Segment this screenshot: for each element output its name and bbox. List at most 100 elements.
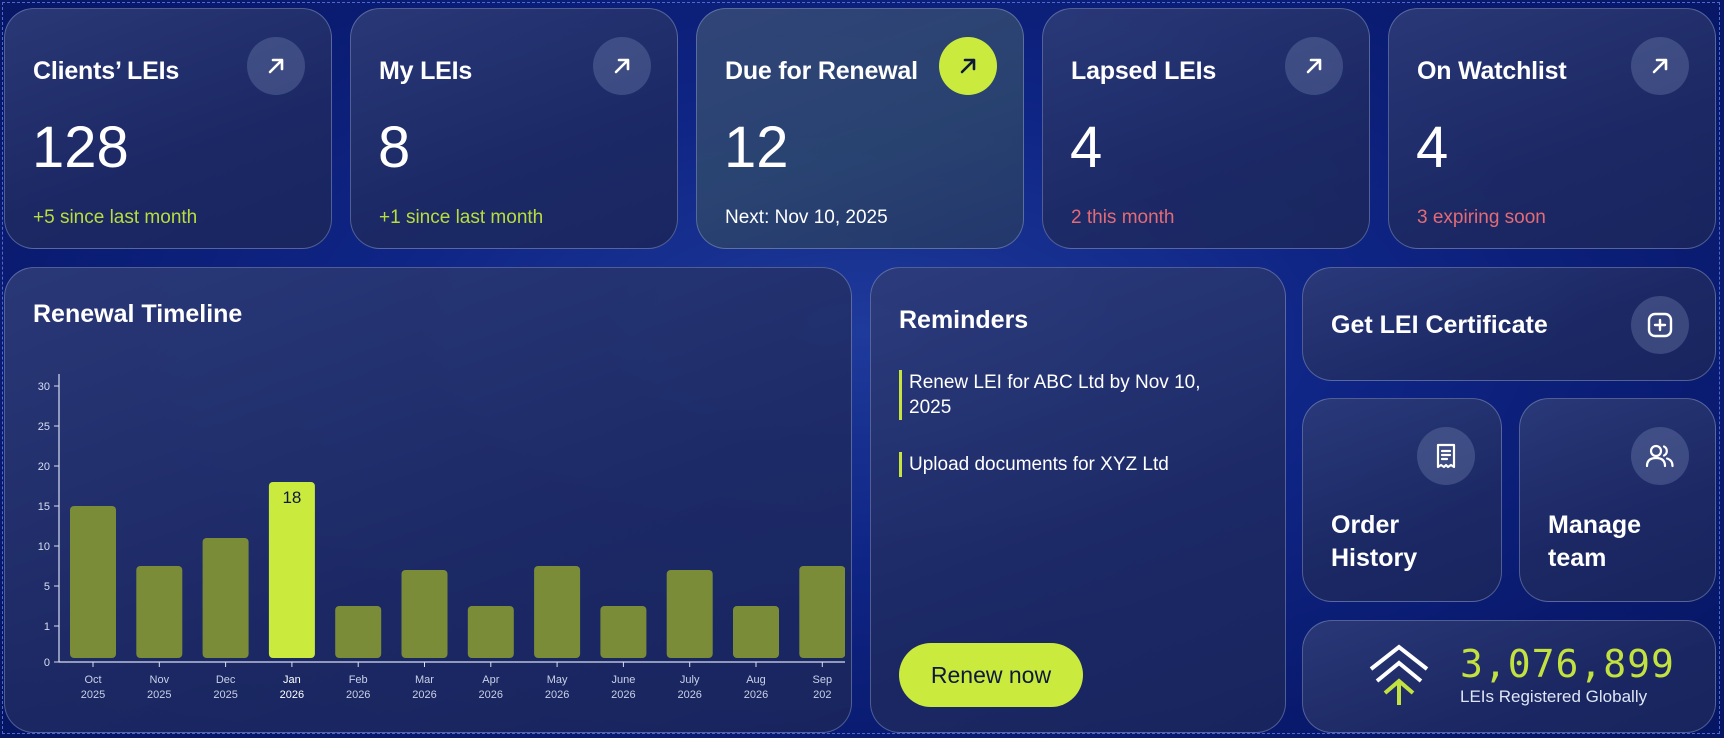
- plus-square-icon: [1647, 312, 1673, 338]
- renewal-timeline-chart: 0151015202530Oct2025Nov2025Dec202518Jan2…: [38, 374, 845, 701]
- stat-title: On Watchlist: [1417, 57, 1567, 85]
- y-tick-label: 1: [44, 621, 50, 633]
- x-tick-label-year: 2026: [744, 689, 768, 701]
- x-tick-label-year: 2026: [545, 689, 569, 701]
- y-tick-label: 15: [38, 501, 50, 513]
- stat-value: 4: [1416, 115, 1449, 180]
- manage-team-icon-button[interactable]: [1631, 427, 1689, 485]
- y-tick-label: 20: [38, 461, 50, 473]
- manage-team-card[interactable]: Manage team: [1519, 398, 1716, 602]
- chevron-up-logo-icon: [1369, 644, 1429, 705]
- manage-team-line-1: Manage: [1548, 511, 1642, 539]
- manage-team-label: Manage team: [1548, 509, 1641, 575]
- order-history-label: Order History: [1331, 509, 1417, 575]
- bar: [534, 566, 581, 658]
- order-history-line-1: Order: [1331, 511, 1400, 539]
- add-certificate-button[interactable]: [1631, 296, 1689, 354]
- x-tick-label: Dec: [216, 674, 236, 686]
- x-tick-label: May: [547, 674, 568, 686]
- bar: [733, 606, 779, 658]
- users-icon: [1645, 444, 1674, 468]
- arrow-up-right-icon: [614, 58, 630, 74]
- x-tick-label: Apr: [482, 674, 499, 686]
- stat-subtext: Next: Nov 10, 2025: [725, 207, 888, 228]
- timeline-title: Renewal Timeline: [33, 300, 243, 328]
- arrow-up-right-icon: [1652, 58, 1668, 74]
- open-due-for-renewal-button[interactable]: [939, 37, 997, 95]
- renewal-timeline-card: Renewal Timeline 0 1 5 10 15 20 25 30 Oct 2025 Nov…: [4, 267, 852, 733]
- x-tick-label: Jan: [283, 674, 301, 686]
- stat-card-my-leis[interactable]: My LEIs 8 +1 since last month: [350, 8, 678, 249]
- manage-team-line-2: team: [1548, 544, 1607, 572]
- stat-subtext: 2 this month: [1071, 207, 1175, 228]
- bar: [799, 566, 845, 658]
- x-tick-label-year: 202: [813, 689, 831, 701]
- reminder-item[interactable]: Upload documents for XYZ Ltd: [899, 452, 1229, 477]
- stat-value: 128: [32, 115, 129, 180]
- x-tick-label: June: [611, 674, 635, 686]
- bar: [202, 538, 249, 658]
- stat-value: 8: [378, 115, 411, 180]
- global-counter-card: 3,076,899 LEIs Registered Globally: [1302, 620, 1716, 733]
- renew-now-button[interactable]: Renew now: [899, 643, 1083, 707]
- reminders-title: Reminders: [899, 306, 1029, 334]
- bar: [600, 606, 647, 658]
- x-tick-label: July: [680, 674, 700, 686]
- x-tick-label-year: 2025: [81, 689, 105, 701]
- order-history-line-2: History: [1331, 544, 1418, 572]
- bar: [401, 570, 448, 658]
- x-tick-label-year: 2025: [147, 689, 171, 701]
- x-tick-label-year: 2026: [412, 689, 436, 701]
- open-my-leis-button[interactable]: [593, 37, 651, 95]
- global-lei-count: 3,076,899: [1460, 642, 1675, 686]
- stat-card-due-for-renewal[interactable]: Due for Renewal 12 Next: Nov 10, 2025: [696, 8, 1024, 249]
- order-history-card[interactable]: Order History: [1302, 398, 1502, 602]
- bar: [335, 606, 382, 658]
- stat-title: Lapsed LEIs: [1071, 57, 1217, 85]
- x-tick-label: Nov: [150, 674, 170, 686]
- x-tick-label-year: 2026: [280, 689, 304, 701]
- x-tick-label-year: 2026: [611, 689, 635, 701]
- x-tick-label-year: 2026: [346, 689, 370, 701]
- get-lei-certificate-card[interactable]: Get LEI Certificate: [1302, 267, 1716, 381]
- global-lei-label: LEIs Registered Globally: [1460, 687, 1648, 706]
- arrow-up-right-icon: [268, 58, 284, 74]
- bar-data-label: 18: [282, 488, 301, 507]
- x-tick-label-year: 2026: [677, 689, 701, 701]
- order-history-icon-button[interactable]: [1417, 427, 1475, 485]
- stat-subtext: +5 since last month: [33, 207, 198, 228]
- bar: [467, 606, 514, 658]
- stat-value: 4: [1070, 115, 1103, 180]
- stat-card-lapsed-leis[interactable]: Lapsed LEIs 4 2 this month: [1042, 8, 1370, 249]
- stat-card-clients-leis[interactable]: Clients’ LEIs 128 +5 since last month: [4, 8, 332, 249]
- x-tick-label: Mar: [415, 674, 434, 686]
- y-tick-label: 5: [44, 581, 50, 593]
- stat-title: Due for Renewal: [725, 57, 918, 85]
- stat-title: My LEIs: [379, 57, 473, 85]
- open-watchlist-button[interactable]: [1631, 37, 1689, 95]
- reminders-card: Reminders Renew LEI for ABC Ltd by Nov 1…: [870, 267, 1286, 733]
- stat-card-on-watchlist[interactable]: On Watchlist 4 3 expiring soon: [1388, 8, 1716, 249]
- stat-value: 12: [724, 115, 789, 180]
- bar: [70, 506, 116, 658]
- x-tick-label: Sep: [813, 674, 833, 686]
- y-tick-label: 30: [38, 381, 50, 393]
- stat-subtext: 3 expiring soon: [1417, 207, 1546, 228]
- stat-title: Clients’ LEIs: [33, 57, 180, 85]
- reminder-item[interactable]: Renew LEI for ABC Ltd by Nov 10, 2025: [899, 370, 1229, 420]
- x-tick-label: Aug: [746, 674, 766, 686]
- arrow-up-right-icon: [1306, 58, 1322, 74]
- x-tick-label: Oct: [84, 674, 101, 686]
- bar: [666, 570, 713, 658]
- open-lapsed-leis-button[interactable]: [1285, 37, 1343, 95]
- y-tick-label: 10: [38, 541, 50, 553]
- x-tick-label-year: 2025: [213, 689, 237, 701]
- bar: [268, 482, 315, 658]
- bar: [136, 566, 183, 658]
- open-clients-leis-button[interactable]: [247, 37, 305, 95]
- arrow-up-right-icon: [960, 58, 976, 74]
- get-lei-certificate-label: Get LEI Certificate: [1331, 311, 1548, 339]
- stat-subtext: +1 since last month: [379, 207, 544, 228]
- y-tick-label: 25: [38, 421, 50, 433]
- receipt-icon: [1436, 443, 1456, 469]
